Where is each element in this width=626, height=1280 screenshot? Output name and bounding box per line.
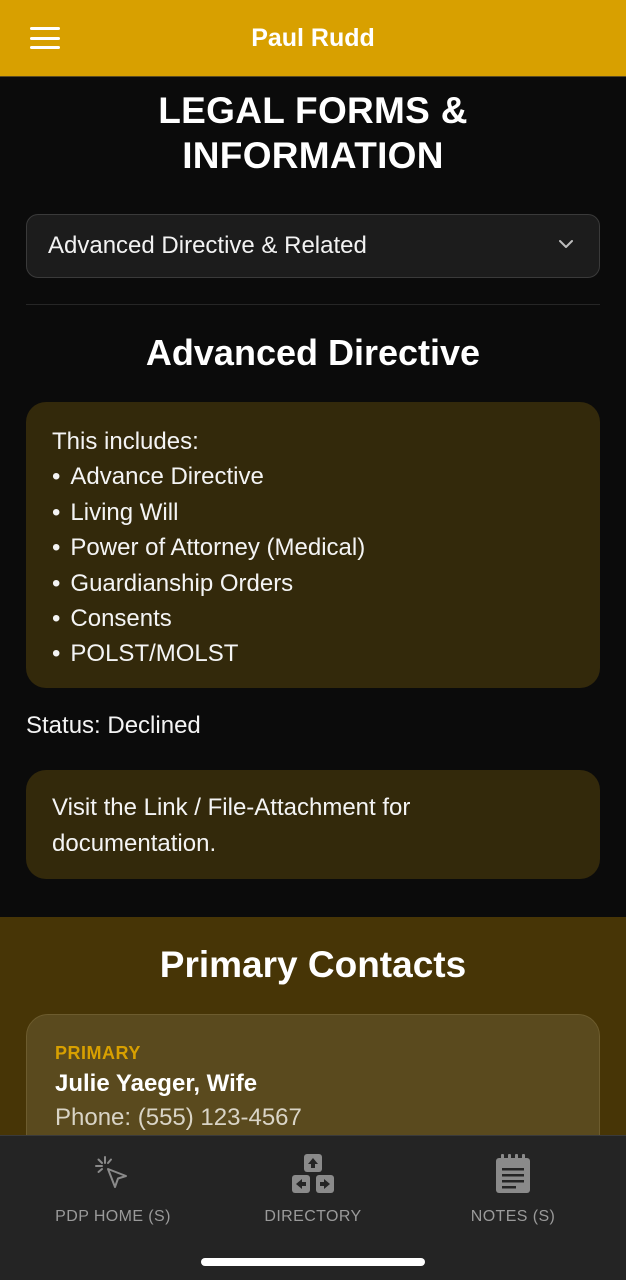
contacts-title: Primary Contacts <box>159 944 467 985</box>
cursor-click-icon <box>95 1156 127 1188</box>
contact-phone[interactable]: Phone: (555) 123-4567 <box>55 1104 571 1132</box>
nav-pdp-home[interactable]: PDP HOME (S) <box>13 1154 213 1226</box>
header-title: Paul Rudd <box>251 23 375 52</box>
hamburger-menu-icon[interactable] <box>30 27 60 49</box>
divider <box>26 304 600 305</box>
status-text: Status: Declined <box>26 712 201 739</box>
nav-label: DIRECTORY <box>264 1208 362 1225</box>
category-select-value: Advanced Directive & Related <box>48 232 367 259</box>
contact-name: Julie Yaeger, Wife <box>55 1070 258 1097</box>
notes-icon <box>496 1154 530 1193</box>
visit-note-card: Visit the Link / File-Attachment for doc… <box>26 770 600 879</box>
page-title: LEGAL FORMS & INFORMATION <box>158 90 468 176</box>
list-item: Advance Directive <box>52 459 574 494</box>
chevron-down-icon <box>559 240 573 248</box>
nav-label: NOTES (S) <box>470 1208 556 1225</box>
app-header: Paul Rudd <box>0 0 626 77</box>
directory-arrows-icon <box>292 1154 334 1193</box>
home-indicator[interactable] <box>201 1258 425 1266</box>
list-item: POLST/MOLST <box>52 636 574 671</box>
list-item: Power of Attorney (Medical) <box>52 530 574 565</box>
visit-note-text: Visit the Link / File-Attachment for doc… <box>52 794 411 857</box>
list-item: Guardianship Orders <box>52 566 574 601</box>
nav-directory[interactable]: DIRECTORY <box>213 1154 413 1226</box>
includes-card: This includes: Advance Directive Living … <box>26 402 600 688</box>
nav-label: PDP HOME (S) <box>55 1208 171 1225</box>
nav-notes[interactable]: NOTES (S) <box>413 1154 613 1226</box>
list-item: Living Will <box>52 495 574 530</box>
section-title: Advanced Directive <box>145 332 481 373</box>
contact-role-badge: PRIMARY <box>55 1043 141 1063</box>
includes-intro: This includes: <box>52 428 199 455</box>
list-item: Consents <box>52 601 574 636</box>
category-select[interactable]: Advanced Directive & Related <box>26 214 600 278</box>
includes-list: Advance Directive Living Will Power of A… <box>52 459 574 671</box>
